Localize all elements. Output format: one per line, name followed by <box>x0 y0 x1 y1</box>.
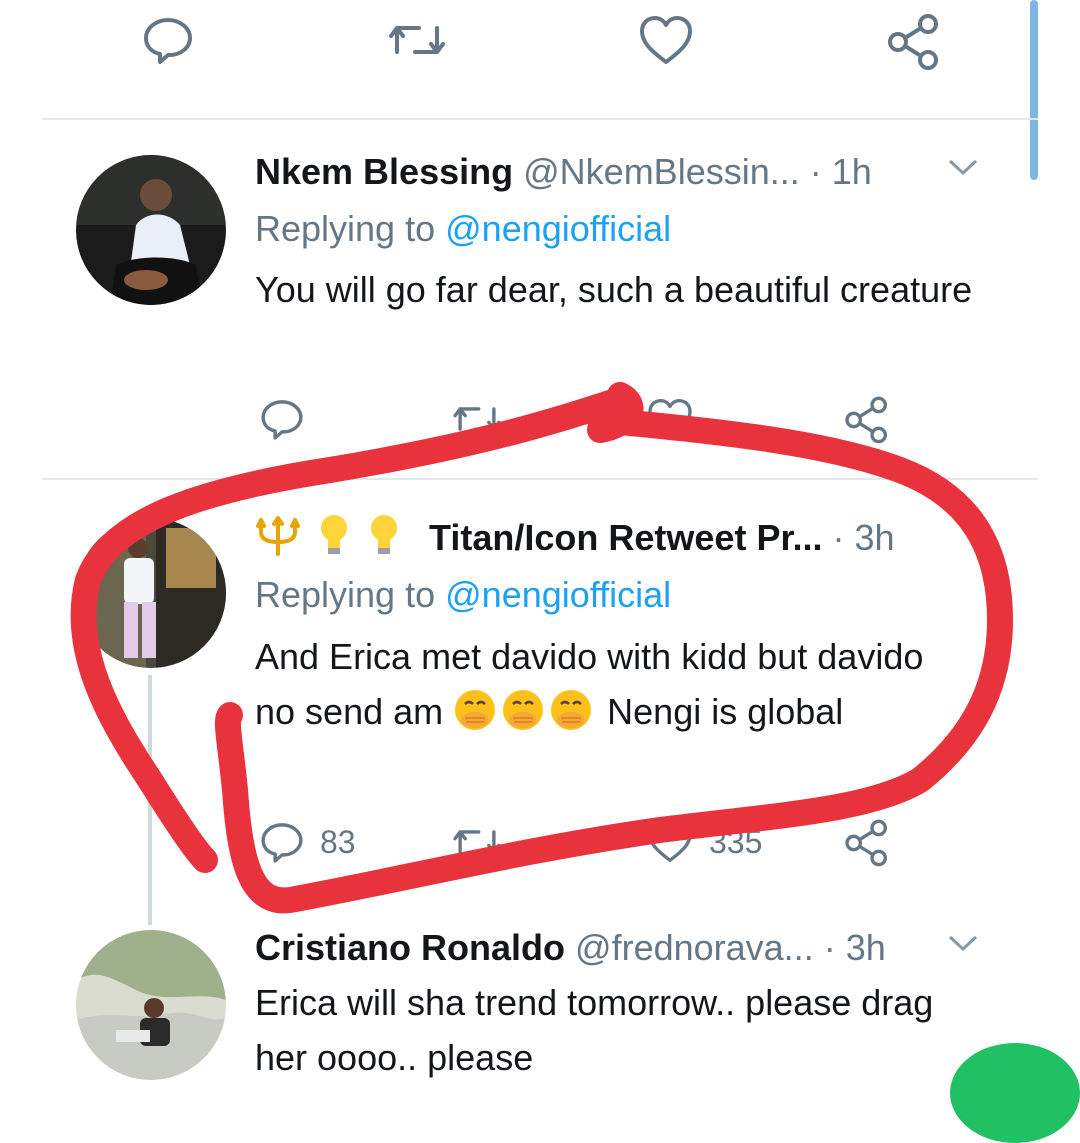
annotation-scribble <box>70 382 1013 914</box>
